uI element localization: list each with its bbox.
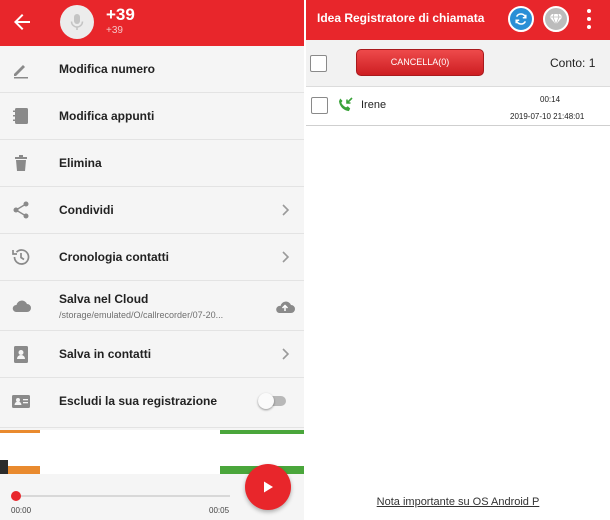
chevron-right-icon xyxy=(282,348,290,360)
menu-label: Condividi xyxy=(59,203,114,217)
cloud-upload-icon[interactable] xyxy=(274,296,296,316)
time-elapsed: 00:00 xyxy=(11,506,32,515)
share-icon xyxy=(13,201,29,219)
menu-label: Modifica numero xyxy=(59,62,156,76)
more-dot xyxy=(587,17,591,21)
call-datetime: 2019-07-10 21:48:01 xyxy=(510,112,585,121)
detail-header: +39 +39 xyxy=(0,0,304,46)
more-dot xyxy=(587,9,591,13)
select-all-checkbox[interactable] xyxy=(310,55,327,72)
menu-edit-notes[interactable]: Modifica appunti xyxy=(0,93,304,140)
menu-delete[interactable]: Elimina xyxy=(0,140,304,187)
playback-progress-thumb[interactable] xyxy=(11,491,21,501)
menu-edit-number[interactable]: Modifica numero xyxy=(0,46,304,93)
waveform-segment xyxy=(0,430,40,433)
app-title: Idea Registratore di chiamata xyxy=(317,11,485,25)
toggle-knob xyxy=(258,393,274,409)
more-menu-button[interactable] xyxy=(584,9,594,31)
delete-button[interactable]: CANCELLA(0) xyxy=(356,49,484,76)
contact-number: +39 xyxy=(106,5,135,24)
call-duration: 00:14 xyxy=(540,95,561,104)
id-card-icon xyxy=(12,395,30,408)
contact-number-sub: +39 xyxy=(106,25,123,36)
menu-save-cloud[interactable]: Salva nel Cloud /storage/emulated/O/call… xyxy=(0,281,304,331)
exclude-toggle[interactable] xyxy=(258,393,286,409)
chevron-right-icon xyxy=(282,204,290,216)
more-dot xyxy=(587,25,591,29)
recordings-list-panel: Idea Registratore di chiamata CANCELLA(0… xyxy=(306,0,610,520)
incoming-call-icon xyxy=(339,97,353,112)
history-icon xyxy=(12,249,30,265)
caller-name: Irene xyxy=(361,99,387,111)
notebook-icon xyxy=(13,108,28,124)
play-button[interactable] xyxy=(245,464,291,510)
menu-label: Modifica appunti xyxy=(59,109,155,123)
menu-label: Cronologia contatti xyxy=(59,250,169,264)
list-toolbar: CANCELLA(0) Conto: 1 xyxy=(306,40,610,87)
call-detail-panel: +39 +39 Modifica numero Modifica appunti… xyxy=(0,0,304,520)
menu-share[interactable]: Condividi xyxy=(0,187,304,234)
menu-contact-history[interactable]: Cronologia contatti xyxy=(0,234,304,281)
menu-save-contacts[interactable]: Salva in contatti xyxy=(0,331,304,378)
call-list-item[interactable]: Irene 00:14 2019-07-10 21:48:01 xyxy=(306,88,610,126)
chevron-right-icon xyxy=(282,251,290,263)
call-checkbox[interactable] xyxy=(311,97,328,114)
sync-button[interactable] xyxy=(508,6,534,32)
diamond-icon xyxy=(549,13,563,25)
playback-progress-track[interactable] xyxy=(14,495,230,497)
storage-path: /storage/emulated/O/callrecorder/07-20..… xyxy=(59,310,224,320)
premium-button[interactable] xyxy=(543,6,569,32)
menu-label: Salva nel Cloud xyxy=(59,292,149,306)
back-arrow-icon[interactable] xyxy=(10,10,34,34)
time-total: 00:05 xyxy=(209,506,230,515)
sync-icon xyxy=(515,13,527,25)
play-icon xyxy=(264,481,273,493)
android-p-note-link[interactable]: Nota importante su OS Android P xyxy=(306,496,610,508)
menu-label: Escludi la sua registrazione xyxy=(59,394,218,408)
trash-icon xyxy=(15,155,27,171)
recording-count: Conto: 1 xyxy=(550,56,596,70)
waveform-segment xyxy=(0,460,8,474)
avatar xyxy=(60,5,94,39)
menu-exclude-recording[interactable]: Escludi la sua registrazione xyxy=(0,378,304,428)
pencil-icon xyxy=(14,65,28,79)
menu-label: Elimina xyxy=(59,156,102,170)
microphone-icon xyxy=(70,14,84,30)
app-header: Idea Registratore di chiamata xyxy=(306,0,610,40)
cloud-icon xyxy=(12,300,31,312)
contact-card-icon xyxy=(14,346,28,363)
waveform-segment xyxy=(220,430,304,434)
menu-label: Salva in contatti xyxy=(59,347,152,361)
